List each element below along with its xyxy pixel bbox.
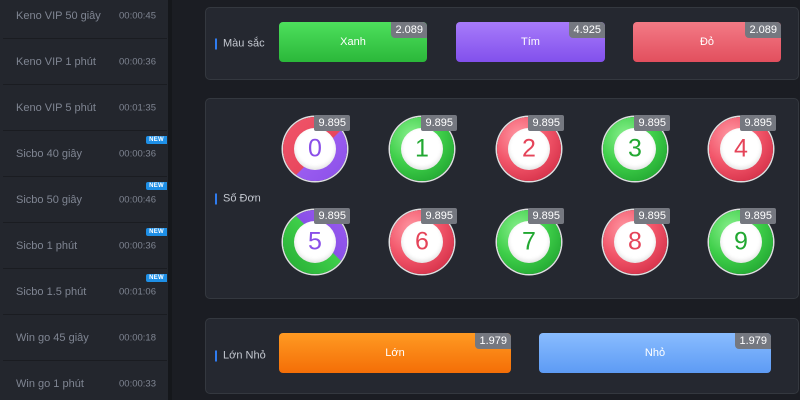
ball-number: 2 (522, 134, 536, 163)
game-countdown: 00:00:36 (119, 56, 156, 67)
number-ball-7[interactable]: 7 9.895 (494, 207, 564, 277)
odds-badge: 1.979 (475, 333, 511, 349)
game-countdown: 00:00:36 (119, 148, 156, 159)
number-ball-1[interactable]: 1 9.895 (387, 114, 457, 184)
odds-badge: 9.895 (314, 208, 350, 224)
odds-badge: 2.089 (391, 22, 427, 38)
ball-face: 7 (508, 221, 550, 263)
game-name: Sicbo 40 giây (16, 147, 83, 160)
color-bet-panel: Màu sắc Xanh 2.089 Tím 4.925 Đỏ 2.089 (205, 7, 799, 80)
odds-badge: 9.895 (528, 115, 564, 131)
odds-badge: 2.089 (745, 22, 781, 38)
ball-number: 4 (734, 134, 748, 163)
sidebar-item-sicbo-40s[interactable]: NEW Sicbo 40 giây 00:00:36 (3, 131, 167, 177)
number-ball-5[interactable]: 5 9.895 (280, 207, 350, 277)
odds-badge: 9.895 (421, 115, 457, 131)
number-ball-4[interactable]: 4 9.895 (706, 114, 776, 184)
game-countdown: 00:01:35 (119, 102, 156, 113)
odds-badge: 9.895 (314, 115, 350, 131)
ball-number: 1 (415, 134, 429, 163)
ball-face: 9 (720, 221, 762, 263)
odds-badge: 9.895 (421, 208, 457, 224)
ball-face: 0 (294, 128, 336, 170)
sidebar-scrollbar[interactable] (168, 0, 172, 400)
number-bet-panel: Số Đơn 0 9.895 1 9.895 2 9.895 3 9.895 4… (205, 98, 799, 299)
ball-number: 9 (734, 227, 748, 256)
odds-badge: 9.895 (740, 115, 776, 131)
ball-face: 8 (614, 221, 656, 263)
bet-red-button[interactable]: Đỏ 2.089 (633, 22, 781, 62)
game-name: Keno VIP 50 giây (16, 9, 101, 22)
button-label: Nhỏ (644, 347, 666, 359)
game-name: Win go 45 giây (16, 331, 89, 344)
sidebar-item-wingo-1m[interactable]: Win go 1 phút 00:00:33 (3, 361, 167, 400)
section-label: Số Đơn (215, 193, 261, 204)
new-badge: NEW (146, 228, 167, 236)
new-badge: NEW (146, 136, 167, 144)
number-ball-9[interactable]: 9 9.895 (706, 207, 776, 277)
bet-small-button[interactable]: Nhỏ 1.979 (539, 333, 771, 373)
odds-badge: 1.979 (735, 333, 771, 349)
sidebar-item-keno-vip-50s[interactable]: Keno VIP 50 giây 00:00:45 (3, 0, 167, 39)
odds-badge: 9.895 (740, 208, 776, 224)
bet-green-button[interactable]: Xanh 2.089 (279, 22, 427, 62)
game-countdown: 00:00:45 (119, 10, 156, 21)
odds-badge: 4.925 (569, 22, 605, 38)
ball-number: 6 (415, 227, 429, 256)
size-bet-panel: Lớn Nhỏ Lớn 1.979 Nhỏ 1.979 (205, 318, 799, 394)
ball-face: 1 (401, 128, 443, 170)
ball-number: 0 (308, 134, 322, 163)
sidebar-item-wingo-45s[interactable]: Win go 45 giây 00:00:18 (3, 315, 167, 361)
ball-number: 3 (628, 134, 642, 163)
number-ball-2[interactable]: 2 9.895 (494, 114, 564, 184)
game-countdown: 00:00:36 (119, 240, 156, 251)
game-countdown: 00:00:33 (119, 378, 156, 389)
ball-number: 7 (522, 227, 536, 256)
new-badge: NEW (146, 182, 167, 190)
ball-number: 5 (308, 227, 322, 256)
odds-badge: 9.895 (634, 115, 670, 131)
sidebar-item-keno-vip-1m[interactable]: Keno VIP 1 phút 00:00:36 (3, 39, 167, 85)
ball-face: 4 (720, 128, 762, 170)
ball-face: 3 (614, 128, 656, 170)
game-countdown: 00:01:06 (119, 286, 156, 297)
odds-badge: 9.895 (634, 208, 670, 224)
number-ball-0[interactable]: 0 9.895 (280, 114, 350, 184)
section-label: Lớn Nhỏ (215, 350, 266, 362)
sidebar-item-sicbo-50s[interactable]: NEW Sicbo 50 giây 00:00:46 (3, 177, 167, 223)
sidebar-item-keno-vip-5m[interactable]: Keno VIP 5 phút 00:01:35 (3, 85, 167, 131)
ball-face: 2 (508, 128, 550, 170)
game-name: Keno VIP 1 phút (16, 55, 96, 68)
bet-violet-button[interactable]: Tím 4.925 (456, 22, 605, 62)
new-badge: NEW (146, 274, 167, 282)
game-sidebar: Keno VIP 50 giây 00:00:45 Keno VIP 1 phú… (0, 0, 170, 400)
ball-number: 8 (628, 227, 642, 256)
game-list: Keno VIP 50 giây 00:00:45 Keno VIP 1 phú… (3, 0, 167, 400)
odds-badge: 9.895 (528, 208, 564, 224)
bet-big-button[interactable]: Lớn 1.979 (279, 333, 511, 373)
game-name: Keno VIP 5 phút (16, 101, 96, 114)
game-countdown: 00:00:46 (119, 194, 156, 205)
ball-face: 6 (401, 221, 443, 263)
ball-face: 5 (294, 221, 336, 263)
sidebar-item-sicbo-1m[interactable]: NEW Sicbo 1 phút 00:00:36 (3, 223, 167, 269)
number-ball-6[interactable]: 6 9.895 (387, 207, 457, 277)
number-ball-8[interactable]: 8 9.895 (600, 207, 670, 277)
game-name: Sicbo 1.5 phút (16, 285, 87, 298)
game-name: Win go 1 phút (16, 377, 84, 390)
game-name: Sicbo 1 phút (16, 239, 78, 252)
button-label: Lớn (385, 347, 405, 359)
sidebar-item-sicbo-1-5m[interactable]: NEW Sicbo 1.5 phút 00:01:06 (3, 269, 167, 315)
section-label: Màu sắc (215, 38, 265, 49)
game-name: Sicbo 50 giây (16, 193, 83, 206)
game-countdown: 00:00:18 (119, 332, 156, 343)
number-ball-3[interactable]: 3 9.895 (600, 114, 670, 184)
